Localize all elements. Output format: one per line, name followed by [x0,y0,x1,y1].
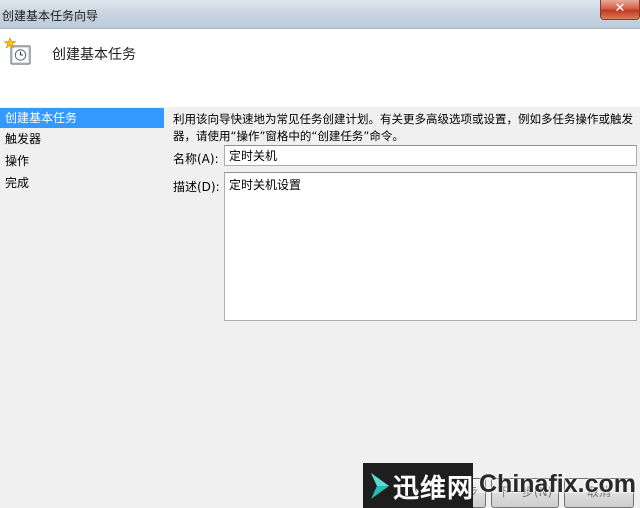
watermark-logo: 迅维网 [363,463,473,508]
task-wizard-window: 创建基本任务向导 ✕ 创建基本任务 创建基本任务 触发器 操作 完成 利用该向导… [0,0,640,508]
nav-item-action[interactable]: 操作 [0,151,164,171]
name-input[interactable] [224,145,637,166]
close-icon: ✕ [614,1,626,16]
wizard-steps-nav: 创建基本任务 触发器 操作 完成 [0,107,164,508]
watermark-site-text: Chinafix.com [479,470,636,498]
wizard-description: 利用该向导快速地为常见任务创建计划。有关更多高级选项或设置，例如多任务操作或触发… [173,112,633,143]
description-textarea[interactable]: 定时关机设置 [224,172,637,321]
clock-wizard-icon [4,37,31,65]
page-title: 创建基本任务 [52,47,136,63]
arrow-logo-icon [371,473,389,499]
description-label: 描述(D): [173,180,220,194]
title-bar[interactable]: 创建基本任务向导 ✕ [0,0,640,29]
wizard-content: 利用该向导快速地为常见任务创建计划。有关更多高级选项或设置，例如多任务操作或触发… [164,107,640,508]
name-label: 名称(A): [173,152,219,166]
site-watermark: 迅维网 Chinafix.com [363,463,640,508]
nav-item-finish[interactable]: 完成 [0,173,164,193]
window-title: 创建基本任务向导 [2,9,99,23]
close-button[interactable]: ✕ [600,0,640,20]
watermark-logo-text: 迅维网 [393,474,475,504]
wizard-header: 创建基本任务 [0,29,640,107]
nav-item-create-basic-task[interactable]: 创建基本任务 [0,108,164,128]
nav-item-trigger[interactable]: 触发器 [0,129,164,149]
